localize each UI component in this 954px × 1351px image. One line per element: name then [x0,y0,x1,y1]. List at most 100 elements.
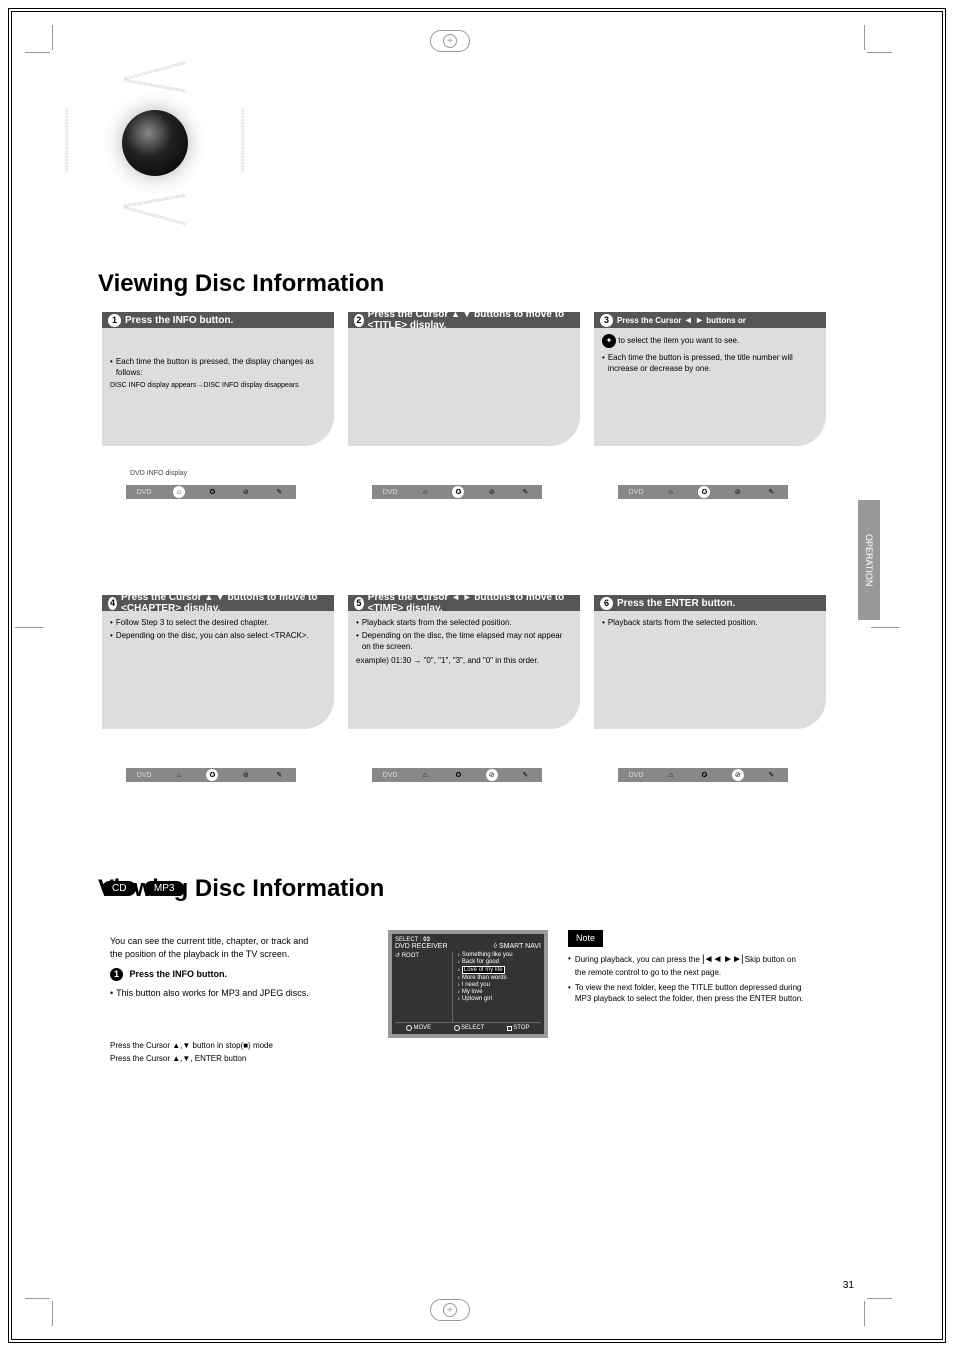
intro-text: You can see the current title, chapter, … [110,935,320,960]
step-card-2: 2Press the Cursor ▲ ▼ buttons to move to… [348,312,580,446]
title-icon: ⌂ [665,769,677,781]
chapter-icon: ✪ [452,769,464,781]
bullet-text: Playback starts from the selected positi… [608,617,758,628]
speaker-graphic: 01010101010101010101010101011 0101010101… [80,68,230,243]
step-header-cont: to select the item you want to see. [618,336,739,345]
osd-label: DVD [629,489,644,496]
navi-item: More than words [462,975,507,981]
chapter-icon: ✪ [698,769,710,781]
title-icon: ⌂ [419,486,431,498]
navi-item: My love [462,989,483,995]
title-icon: ⌂ [173,769,185,781]
time-icon: ⊘ [486,769,498,781]
osd-bar: DVD ⌂ ✪ ⊘ ✎ [618,485,788,499]
bullet-text: Follow Step 3 to select the desired chap… [116,617,269,628]
navi-item-highlighted: Love of my life [462,966,505,974]
navi-btn-move: MOVE [413,1025,431,1031]
note-text: During playback, you can press the |◄◄ ►… [575,953,808,978]
crop-mark [15,627,43,628]
time-icon: ⊘ [732,486,744,498]
crop-mark [52,1301,53,1326]
page-number: 31 [843,1280,854,1291]
note-label: Note [568,930,603,947]
navi-item: I need you [462,982,490,988]
crop-mark [864,1301,865,1326]
bullet-text: Depending on the disc, you can also sele… [116,630,309,641]
note-block: Note •During playback, you can press the… [568,930,808,1008]
camera-icon: ✎ [765,769,777,781]
bullet-text: Playback starts from the selected positi… [362,617,512,628]
step-text: 1 Press the INFO button. [110,968,320,981]
chapter-icon: ✪ [206,769,218,781]
example-text: example) 01:30 → "0", "1", "3", and "0" … [356,655,572,666]
navi-btn-stop: STOP [513,1025,529,1031]
osd-label: DVD [137,489,152,496]
disc-badges-2: CD MP3 [102,878,187,896]
chapter-icon: ✪ [452,486,464,498]
step-card-1: 1Press the INFO button. •Each time the b… [102,312,334,446]
bullet-text: Each time the button is pressed, the tit… [608,352,818,374]
step-card-3: 3Press the Cursor ◄ ► buttons or ✦ to se… [594,312,826,446]
registration-mark-top: + [430,30,470,52]
osd-bar: DVD ⌂ ✪ ⊘ ✎ [372,485,542,499]
step-card-5: 5Press the Cursor ◄ ► buttons to move to… [348,595,580,729]
badge-cd: CD [102,881,136,896]
crop-mark [867,1298,892,1299]
section-title-1: Viewing Disc Information [98,270,384,298]
crop-mark [867,52,892,53]
crop-mark [25,1298,50,1299]
osd-bar: DVD ⌂ ✪ ⊘ ✎ [126,485,296,499]
bullet-text: Depending on the disc, the time elapsed … [362,630,572,652]
title-icon: ⌂ [419,769,431,781]
time-icon: ⊘ [240,486,252,498]
note-text: To view the next folder, keep the TITLE … [575,982,808,1004]
camera-icon: ✎ [273,769,285,781]
time-icon: ⊘ [486,486,498,498]
navi-item: Uptown girl [462,996,492,1002]
skip-icons: |◄◄ ►►| [702,953,743,967]
step-card-6: 6Press the ENTER button. •Playback start… [594,595,826,729]
bullet-text: DISC INFO display appears→DISC INFO disp… [110,381,326,391]
step-card-4: 4Press the Cursor ▲ ▼ buttons to move to… [102,595,334,729]
bullet-text: Each time the button is pressed, the dis… [116,356,326,378]
navi-btn-select: SELECT [461,1025,484,1031]
title-icon: ⌂ [665,486,677,498]
registration-mark-bottom: + [430,1299,470,1321]
section2-text: You can see the current title, chapter, … [110,935,320,1066]
crop-mark [25,52,50,53]
bullet-text: Press the Cursor ▲,▼, ENTER button [110,1053,246,1064]
side-tab-operation: OPERATION [858,500,880,620]
chapter-icon: ✪ [206,486,218,498]
step-header: Press the INFO button. [125,315,233,326]
camera-icon: ✎ [519,486,531,498]
smart-navi-screen: SELECT : 03 DVD RECEIVER ◊ SMART NAVI ↺ … [388,930,548,1038]
osd-label: DVD [383,772,398,779]
osd-label: DVD [383,489,398,496]
step-header: Press the Cursor ◄ ► buttons or [617,315,746,325]
osd-bar: DVD ⌂ ✪ ⊘ ✎ [372,768,542,782]
crop-mark [864,25,865,50]
camera-icon: ✎ [519,769,531,781]
title-icon: ⌂ [173,486,185,498]
bullet-text: This button also works for MP3 and JPEG … [116,987,309,1000]
osd-label: DVD [629,772,644,779]
chapter-icon: ✪ [698,486,710,498]
navi-header-right: ◊ SMART NAVI [494,943,541,950]
time-icon: ⊘ [240,769,252,781]
bullet-text: Press the Cursor ▲,▼ button in stop(■) m… [110,1040,273,1051]
crop-mark [871,627,899,628]
camera-icon: ✎ [273,486,285,498]
step-header: Press the ENTER button. [617,598,735,609]
speaker-cone-icon [122,110,188,176]
crop-mark [52,25,53,50]
camera-icon: ✎ [765,486,777,498]
badge-mp3: MP3 [144,881,185,896]
osd-label: DVD [137,772,152,779]
time-icon: ⊘ [732,769,744,781]
osd-bar: DVD ⌂ ✪ ⊘ ✎ [126,768,296,782]
navi-header-left: DVD RECEIVER [395,943,448,950]
navi-item: Something like you [462,952,513,958]
navi-item: Back for good [462,959,499,965]
osd-bar: DVD ⌂ ✪ ⊘ ✎ [618,768,788,782]
osd-note: DVD INFO display [130,470,187,477]
